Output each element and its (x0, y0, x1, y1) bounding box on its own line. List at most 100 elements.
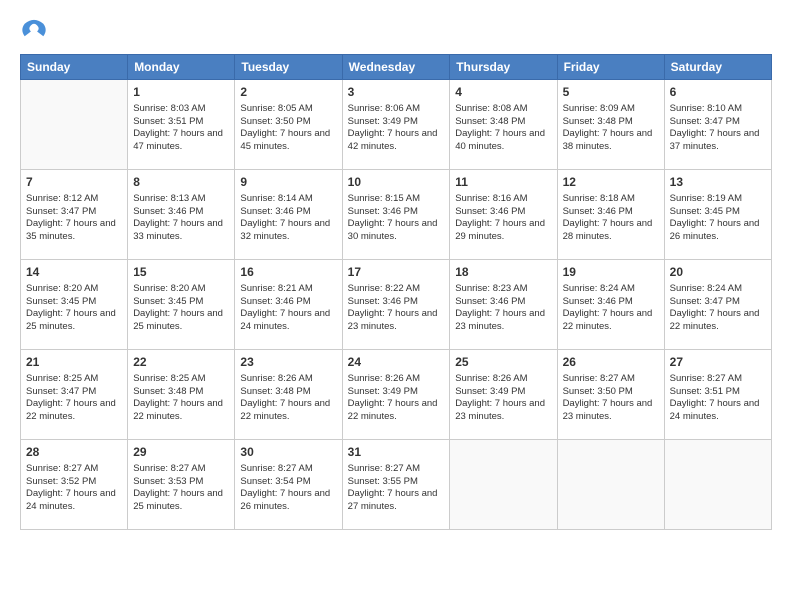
header-day-friday: Friday (557, 55, 664, 80)
logo-icon (20, 16, 48, 44)
calendar-cell: 24Sunrise: 8:26 AM Sunset: 3:49 PM Dayli… (342, 350, 450, 440)
calendar-week-1: 7 Sunrise: 8:12 AM Sunset: 3:47 PM Daylig… (21, 170, 772, 260)
calendar-week-3: 21 Sunrise: 8:25 AM Sunset: 3:47 PM Dayli… (21, 350, 772, 440)
calendar-cell: 22 Sunrise: 8:25 AM Sunset: 3:48 PM Dayli… (128, 350, 235, 440)
day-info: Sunrise: 8:24 AM Sunset: 3:47 PM Dayligh… (670, 283, 766, 334)
calendar-week-2: 14 Sunrise: 8:20 AM Sunset: 3:45 PM Dayli… (21, 260, 772, 350)
day-number: 22 (133, 354, 229, 371)
day-info: Sunrise: 8:10 AM Sunset: 3:47 PM Dayligh… (670, 103, 766, 154)
day-info: Sunrise: 8:21 AM Sunset: 3:46 PM Dayligh… (240, 283, 336, 334)
day-number: 19 (563, 264, 659, 281)
calendar-cell: 19 Sunrise: 8:24 AM Sunset: 3:46 PM Dayli… (557, 260, 664, 350)
day-number: 6 (670, 84, 766, 101)
header-day-monday: Monday (128, 55, 235, 80)
calendar-cell: 16 Sunrise: 8:21 AM Sunset: 3:46 PM Dayli… (235, 260, 342, 350)
calendar-cell: 4 Sunrise: 8:08 AM Sunset: 3:48 PM Daylig… (450, 80, 557, 170)
calendar-cell: 13 Sunrise: 8:19 AM Sunset: 3:45 PM Dayli… (664, 170, 771, 260)
header-day-tuesday: Tuesday (235, 55, 342, 80)
day-info: Sunrise: 8:27 AM Sunset: 3:51 PM Dayligh… (670, 373, 766, 424)
day-info: Sunrise: 8:24 AM Sunset: 3:46 PM Dayligh… (563, 283, 659, 334)
day-number: 25 (455, 354, 551, 371)
day-info: Sunrise: 8:08 AM Sunset: 3:48 PM Dayligh… (455, 103, 551, 154)
day-number: 4 (455, 84, 551, 101)
day-number: 1 (133, 84, 229, 101)
calendar-week-4: 28Sunrise: 8:27 AM Sunset: 3:52 PM Dayli… (21, 440, 772, 530)
calendar-week-0: 1 Sunrise: 8:03 AM Sunset: 3:51 PM Daylig… (21, 80, 772, 170)
header (20, 16, 772, 44)
calendar-cell: 31 Sunrise: 8:27 AM Sunset: 3:55 PM Dayli… (342, 440, 450, 530)
day-number: 28 (26, 444, 122, 461)
day-number: 26 (563, 354, 659, 371)
day-number: 12 (563, 174, 659, 191)
day-number: 31 (348, 444, 445, 461)
day-info: Sunrise: 8:27 AM Sunset: 3:53 PM Dayligh… (133, 463, 229, 514)
day-info: Sunrise: 8:26 AM Sunset: 3:48 PM Dayligh… (240, 373, 336, 424)
day-number: 9 (240, 174, 336, 191)
day-info: Sunrise: 8:13 AM Sunset: 3:46 PM Dayligh… (133, 193, 229, 244)
calendar-cell (450, 440, 557, 530)
day-number: 3 (348, 84, 445, 101)
day-number: 16 (240, 264, 336, 281)
day-number: 29 (133, 444, 229, 461)
day-info: Sunrise: 8:25 AM Sunset: 3:48 PM Dayligh… (133, 373, 229, 424)
day-info: Sunrise: 8:25 AM Sunset: 3:47 PM Dayligh… (26, 373, 122, 424)
header-day-saturday: Saturday (664, 55, 771, 80)
calendar-cell: 15 Sunrise: 8:20 AM Sunset: 3:45 PM Dayli… (128, 260, 235, 350)
calendar-cell: 9 Sunrise: 8:14 AM Sunset: 3:46 PM Daylig… (235, 170, 342, 260)
day-number: 2 (240, 84, 336, 101)
day-info: Sunrise: 8:27 AM Sunset: 3:55 PM Dayligh… (348, 463, 445, 514)
calendar-cell (664, 440, 771, 530)
header-day-wednesday: Wednesday (342, 55, 450, 80)
calendar-cell: 10Sunrise: 8:15 AM Sunset: 3:46 PM Dayli… (342, 170, 450, 260)
day-info: Sunrise: 8:05 AM Sunset: 3:50 PM Dayligh… (240, 103, 336, 154)
calendar-header: SundayMondayTuesdayWednesdayThursdayFrid… (21, 55, 772, 80)
page: SundayMondayTuesdayWednesdayThursdayFrid… (0, 0, 792, 612)
day-number: 18 (455, 264, 551, 281)
day-info: Sunrise: 8:27 AM Sunset: 3:50 PM Dayligh… (563, 373, 659, 424)
day-info: Sunrise: 8:19 AM Sunset: 3:45 PM Dayligh… (670, 193, 766, 244)
calendar-cell: 8 Sunrise: 8:13 AM Sunset: 3:46 PM Daylig… (128, 170, 235, 260)
day-info: Sunrise: 8:12 AM Sunset: 3:47 PM Dayligh… (26, 193, 122, 244)
day-info: Sunrise: 8:20 AM Sunset: 3:45 PM Dayligh… (133, 283, 229, 334)
calendar-cell: 11 Sunrise: 8:16 AM Sunset: 3:46 PM Dayli… (450, 170, 557, 260)
calendar-cell: 5 Sunrise: 8:09 AM Sunset: 3:48 PM Daylig… (557, 80, 664, 170)
calendar-cell: 7 Sunrise: 8:12 AM Sunset: 3:47 PM Daylig… (21, 170, 128, 260)
calendar-cell: 14 Sunrise: 8:20 AM Sunset: 3:45 PM Dayli… (21, 260, 128, 350)
day-number: 24 (348, 354, 445, 371)
calendar-cell: 3Sunrise: 8:06 AM Sunset: 3:49 PM Daylig… (342, 80, 450, 170)
calendar-cell: 29 Sunrise: 8:27 AM Sunset: 3:53 PM Dayli… (128, 440, 235, 530)
header-day-sunday: Sunday (21, 55, 128, 80)
day-info: Sunrise: 8:03 AM Sunset: 3:51 PM Dayligh… (133, 103, 229, 154)
day-info: Sunrise: 8:20 AM Sunset: 3:45 PM Dayligh… (26, 283, 122, 334)
calendar-cell (557, 440, 664, 530)
calendar-cell: 1 Sunrise: 8:03 AM Sunset: 3:51 PM Daylig… (128, 80, 235, 170)
day-info: Sunrise: 8:14 AM Sunset: 3:46 PM Dayligh… (240, 193, 336, 244)
day-info: Sunrise: 8:22 AM Sunset: 3:46 PM Dayligh… (348, 283, 445, 334)
day-number: 11 (455, 174, 551, 191)
calendar-cell: 12Sunrise: 8:18 AM Sunset: 3:46 PM Dayli… (557, 170, 664, 260)
day-number: 8 (133, 174, 229, 191)
logo (20, 16, 52, 44)
calendar-cell: 2 Sunrise: 8:05 AM Sunset: 3:50 PM Daylig… (235, 80, 342, 170)
day-info: Sunrise: 8:15 AM Sunset: 3:46 PM Dayligh… (348, 193, 445, 244)
day-number: 13 (670, 174, 766, 191)
day-number: 21 (26, 354, 122, 371)
day-number: 14 (26, 264, 122, 281)
calendar-table: SundayMondayTuesdayWednesdayThursdayFrid… (20, 54, 772, 530)
calendar-cell: 23 Sunrise: 8:26 AM Sunset: 3:48 PM Dayli… (235, 350, 342, 440)
header-row: SundayMondayTuesdayWednesdayThursdayFrid… (21, 55, 772, 80)
day-number: 5 (563, 84, 659, 101)
day-info: Sunrise: 8:09 AM Sunset: 3:48 PM Dayligh… (563, 103, 659, 154)
header-day-thursday: Thursday (450, 55, 557, 80)
day-number: 30 (240, 444, 336, 461)
day-info: Sunrise: 8:16 AM Sunset: 3:46 PM Dayligh… (455, 193, 551, 244)
day-number: 23 (240, 354, 336, 371)
calendar-cell: 30Sunrise: 8:27 AM Sunset: 3:54 PM Dayli… (235, 440, 342, 530)
day-number: 15 (133, 264, 229, 281)
day-number: 27 (670, 354, 766, 371)
calendar-cell: 17 Sunrise: 8:22 AM Sunset: 3:46 PM Dayli… (342, 260, 450, 350)
calendar-cell: 21 Sunrise: 8:25 AM Sunset: 3:47 PM Dayli… (21, 350, 128, 440)
calendar-cell: 6 Sunrise: 8:10 AM Sunset: 3:47 PM Daylig… (664, 80, 771, 170)
day-number: 17 (348, 264, 445, 281)
day-number: 7 (26, 174, 122, 191)
